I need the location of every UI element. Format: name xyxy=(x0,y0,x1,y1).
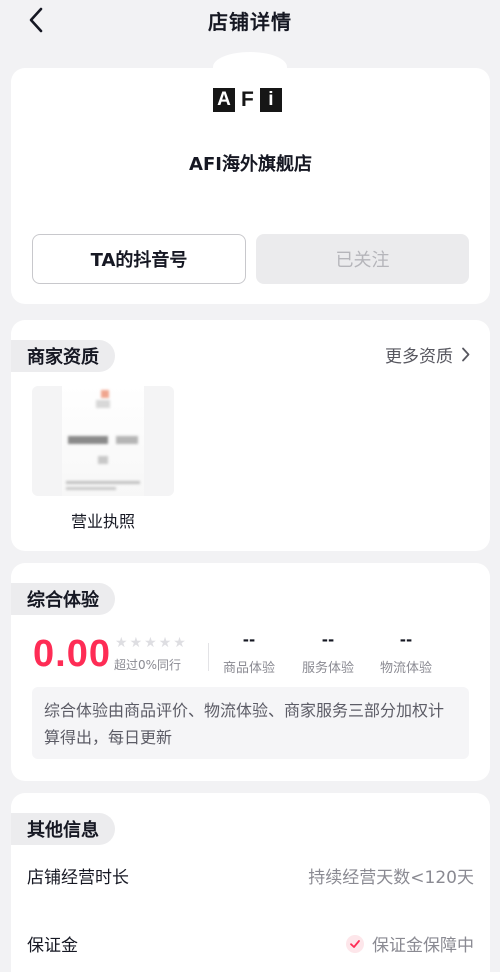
service-experience-value: -- xyxy=(321,631,335,649)
experience-card: 综合体验 0.00 ★ ★ ★ ★ ★ 超过0%同行 -- 商品体验 -- 服务体验 -… xyxy=(11,563,490,781)
business-license-label: 营业执照 xyxy=(70,512,135,531)
logistics-experience-label: 物流体验 xyxy=(379,661,432,676)
logistics-experience-metric: -- 物流体验 xyxy=(366,631,446,676)
star-icon: ★ xyxy=(144,635,157,651)
service-experience-metric: -- 服务体验 xyxy=(288,631,368,676)
other-info-section-title: 其他信息 xyxy=(11,813,115,845)
operating-duration-value: 持续经营天数<120天 xyxy=(308,868,474,888)
service-experience-label: 服务体验 xyxy=(301,661,354,676)
logo-letter-f: F xyxy=(241,88,254,111)
product-experience-value: -- xyxy=(242,631,256,649)
page-title: 店铺详情 xyxy=(208,9,292,34)
license-image xyxy=(62,386,144,496)
qualifications-card: 商家资质 更多资质 营业执照 xyxy=(11,320,490,551)
more-qualifications-link[interactable]: 更多资质 xyxy=(385,342,470,367)
product-experience-label: 商品体验 xyxy=(222,661,275,676)
rating-stars: ★ ★ ★ ★ ★ xyxy=(115,636,186,650)
product-experience-metric: -- 商品体验 xyxy=(209,631,289,676)
other-info-card: 其他信息 店铺经营时长 持续经营天数<120天 保证金 保证金保障中 xyxy=(11,793,490,972)
experience-description: 综合体验由商品评价、物流体验、商家服务三部分加权计算得出，每日更新 xyxy=(32,687,469,759)
star-icon: ★ xyxy=(158,635,172,651)
qualifications-section-title: 商家资质 xyxy=(11,340,115,372)
douyin-account-button[interactable]: TA的抖音号 xyxy=(32,234,246,284)
store-name: AFI海外旗舰店 xyxy=(189,154,312,175)
deposit-value: 保证金保障中 xyxy=(372,936,474,956)
chevron-left-icon xyxy=(29,7,43,33)
experience-section-title: 综合体验 xyxy=(11,583,115,615)
chevron-right-icon xyxy=(462,347,470,362)
star-icon: ★ xyxy=(115,635,128,651)
logo-letter-a: A xyxy=(213,88,235,112)
star-icon: ★ xyxy=(129,635,143,651)
logo-letter-i: i xyxy=(259,88,282,112)
experience-score: 0.00 xyxy=(33,633,111,675)
back-button[interactable] xyxy=(22,6,50,34)
logistics-experience-value: -- xyxy=(399,631,413,649)
store-card: A F i AFI海外旗舰店 TA的抖音号 已关注 xyxy=(11,68,490,304)
check-icon xyxy=(346,934,364,953)
peer-comparison-text: 超过0%同行 xyxy=(114,658,182,672)
store-logo: A F i xyxy=(213,88,282,112)
operating-duration-label: 店铺经营时长 xyxy=(27,868,129,888)
star-icon: ★ xyxy=(173,635,186,651)
deposit-status: 保证金保障中 xyxy=(346,931,474,956)
more-qualifications-label: 更多资质 xyxy=(385,347,453,367)
followed-button[interactable]: 已关注 xyxy=(256,234,469,284)
deposit-row: 保证金 保证金保障中 xyxy=(27,931,474,956)
business-license-thumbnail[interactable] xyxy=(32,386,174,496)
operating-duration-row: 店铺经营时长 持续经营天数<120天 xyxy=(27,863,474,888)
deposit-label: 保证金 xyxy=(27,936,78,956)
navbar: 店铺详情 xyxy=(0,0,500,40)
